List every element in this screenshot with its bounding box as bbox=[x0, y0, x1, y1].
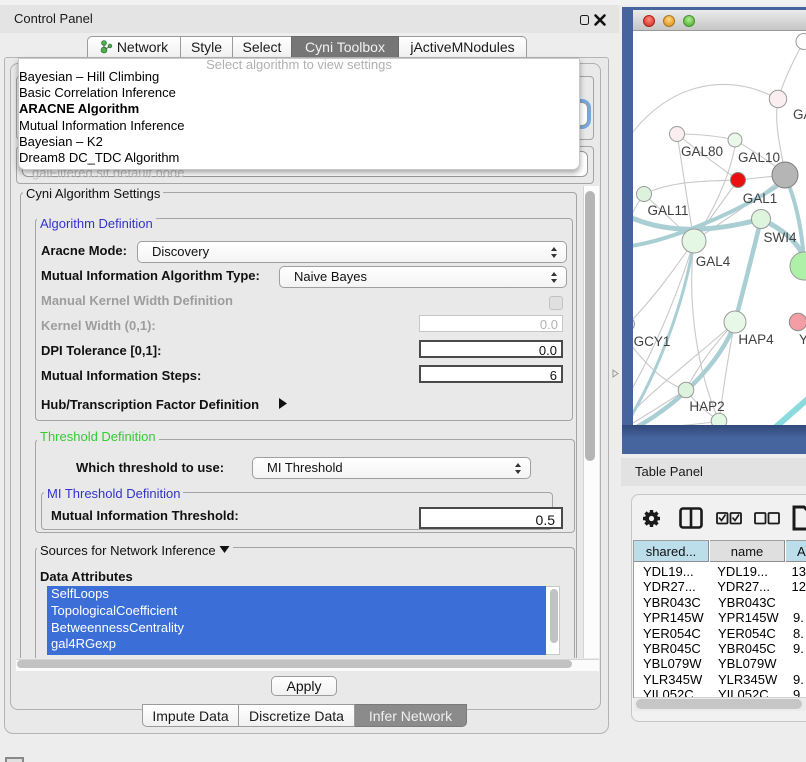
svg-text:HAP2: HAP2 bbox=[689, 399, 724, 414]
svg-text:GAL: GAL bbox=[793, 107, 806, 122]
svg-text:HAP4: HAP4 bbox=[738, 332, 774, 347]
svg-text:GAL11: GAL11 bbox=[647, 203, 688, 218]
svg-text:GAL80: GAL80 bbox=[681, 144, 723, 159]
svg-text:GAL4: GAL4 bbox=[696, 254, 731, 269]
svg-text:GAL10: GAL10 bbox=[738, 150, 780, 165]
svg-text:GCY1: GCY1 bbox=[634, 334, 671, 349]
svg-text:SWI4: SWI4 bbox=[763, 230, 796, 245]
svg-text:Y: Y bbox=[799, 332, 806, 347]
svg-text:GAL1: GAL1 bbox=[743, 191, 778, 206]
